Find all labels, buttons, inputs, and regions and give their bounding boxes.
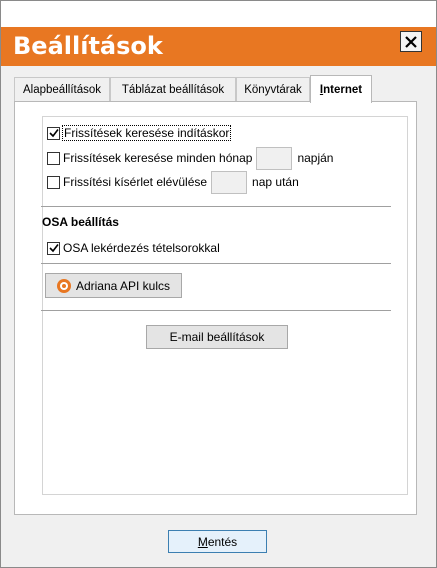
save-label-mnemonic: M [197,534,208,549]
adriana-api-key-label: Adriana API kulcs [75,278,171,293]
adriana-api-key-button[interactable]: Adriana API kulcs [45,273,182,298]
monthly-suffix-label: napján [297,151,334,165]
check-updates-monthly-checkbox[interactable] [47,151,60,165]
check-updates-monthly-label[interactable]: Frissítések keresése minden hónap [63,151,252,165]
update-expiry-label[interactable]: Frissítési kísérlet elévülése [63,175,207,189]
divider [41,310,391,311]
osa-section-title: OSA beállítás [42,215,119,229]
tab-alapbeallitasok[interactable]: Alapbeállítások [14,77,110,102]
dialog-title: Beállítások [13,32,163,60]
check-updates-monthly-row: Frissítések keresése minden hónap napján [47,146,333,170]
expiry-days-input[interactable] [211,170,248,194]
checkmark-icon [48,244,59,253]
email-settings-button[interactable]: E-mail beállítások [146,325,288,349]
close-icon [405,35,417,48]
tab-tablazat-beallitasok[interactable]: Táblázat beállítások [110,77,236,102]
radio-icon [56,278,71,293]
tab-label: Táblázat beállítások [121,84,225,96]
save-button[interactable]: Mentés [168,530,267,553]
window-caption-strip [1,1,436,27]
tab-label: Internet [319,83,363,96]
expiry-suffix-label: nap után [252,175,299,189]
osa-item-queries-checkbox[interactable] [47,241,60,255]
monthly-day-input[interactable] [256,146,293,170]
tab-internet[interactable]: Internet [310,75,372,103]
divider [41,263,391,264]
update-expiry-row: Frissítési kísérlet elévülése nap után [47,170,299,194]
divider [41,206,391,207]
checkmark-icon [48,129,59,138]
update-expiry-checkbox[interactable] [47,175,60,189]
check-updates-startup-checkbox[interactable] [47,126,60,140]
close-button[interactable] [400,31,422,52]
settings-dialog: Beállítások Alapbeállítások Táblázat beá… [0,0,437,568]
check-updates-startup-label[interactable]: Frissítések keresése indításkor [61,125,232,141]
save-label: Mentés [195,534,240,550]
check-updates-startup-row: Frissítések keresése indításkor [47,125,232,141]
save-label-rest: entés [207,534,238,549]
osa-item-queries-row: OSA lekérdezés tételsorokkal [47,240,220,256]
osa-item-queries-label[interactable]: OSA lekérdezés tételsorokkal [63,241,220,255]
tab-konyvtarak[interactable]: Könyvtárak [236,77,310,102]
tab-label: Alapbeállítások [23,84,101,96]
tab-label: Könyvtárak [244,84,302,96]
dialog-header: Beállítások [1,27,436,66]
email-settings-label: E-mail beállítások [169,330,265,344]
